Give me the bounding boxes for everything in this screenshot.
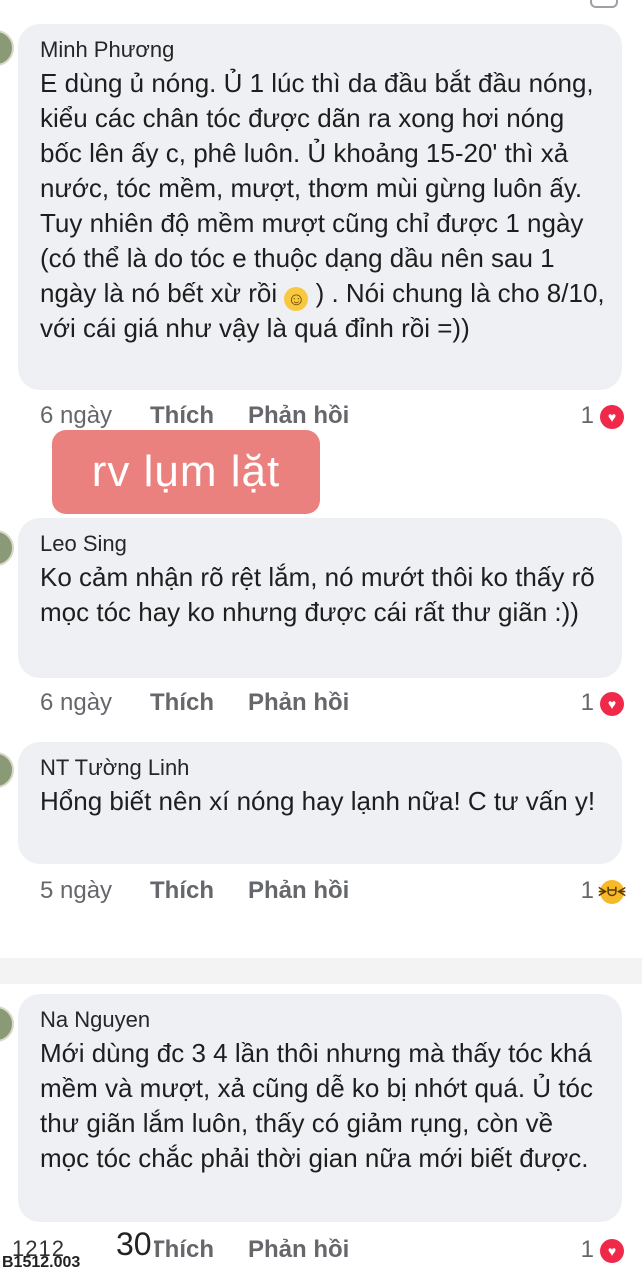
smile-emoji-icon: ☺ bbox=[284, 287, 309, 311]
comment-text: Ko cảm nhận rõ rệt lắm, nó mướt thôi ko … bbox=[40, 562, 595, 627]
watermark-number: 30 bbox=[114, 1226, 154, 1263]
reaction-count[interactable]: 1 bbox=[581, 402, 594, 430]
watermark-code: B1512.003 bbox=[2, 1254, 81, 1271]
comment-bubble: Leo Sing Ko cảm nhận rõ rệt lắm, nó mướt… bbox=[18, 518, 622, 678]
comment-bubble: Na Nguyen Mới dùng đc 3 4 lần thôi nhưng… bbox=[18, 994, 622, 1222]
reaction-count[interactable]: 1 bbox=[581, 1236, 594, 1264]
like-button[interactable]: Thích bbox=[150, 689, 214, 717]
menu-corner-icon[interactable] bbox=[590, 0, 618, 8]
commenter-name[interactable]: Leo Sing bbox=[40, 530, 606, 558]
section-divider bbox=[0, 958, 642, 984]
overlay-label-text: rv lụm lặt bbox=[91, 447, 281, 496]
comment-actions: 6 ngày Thích Phản hồi 1 ♥ bbox=[40, 689, 624, 719]
overlay-label: rv lụm lặt bbox=[52, 430, 320, 514]
reaction-count[interactable]: 1 bbox=[581, 877, 594, 905]
comment-bubble: NT Tường Linh Hổng biết nên xí nóng hay … bbox=[18, 742, 622, 864]
avatar[interactable] bbox=[0, 30, 14, 66]
commenter-name[interactable]: Minh Phương bbox=[40, 36, 606, 64]
haha-icon[interactable]: ᗒᗨᗕ bbox=[598, 880, 626, 904]
reply-button[interactable]: Phản hồi bbox=[248, 877, 349, 905]
avatar[interactable] bbox=[0, 752, 14, 788]
comment-bubble: Minh Phương E dùng ủ nóng. Ủ 1 lúc thì d… bbox=[18, 24, 622, 390]
like-button[interactable]: Thích bbox=[150, 877, 214, 905]
like-button[interactable]: Thích bbox=[150, 402, 214, 430]
heart-icon[interactable]: ♥ bbox=[600, 405, 624, 429]
reply-button[interactable]: Phản hồi bbox=[248, 689, 349, 717]
comment-actions: 5 ngày Thích Phản hồi 1 ᗒᗨᗕ bbox=[40, 877, 626, 907]
avatar[interactable] bbox=[0, 530, 14, 566]
watermark: 1212 B1512.003 bbox=[0, 1236, 104, 1272]
commenter-name[interactable]: NT Tường Linh bbox=[40, 754, 606, 782]
comment-time: 5 ngày bbox=[40, 877, 113, 904]
comment-text: Mới dùng đc 3 4 lần thôi nhưng mà thấy t… bbox=[40, 1038, 593, 1173]
heart-icon[interactable]: ♥ bbox=[600, 692, 624, 716]
comment-text: E dùng ủ nóng. Ủ 1 lúc thì da đầu bắt đầ… bbox=[40, 66, 606, 346]
comment-actions: 6 ngày Thích Phản hồi 1 ♥ bbox=[40, 402, 624, 432]
comment-time: 6 ngày bbox=[40, 402, 113, 429]
reply-button[interactable]: Phản hồi bbox=[248, 402, 349, 430]
heart-icon[interactable]: ♥ bbox=[600, 1239, 624, 1263]
like-button[interactable]: Thích bbox=[150, 1236, 214, 1264]
commenter-name[interactable]: Na Nguyen bbox=[40, 1006, 606, 1034]
reaction-count[interactable]: 1 bbox=[581, 689, 594, 717]
comment-time: 6 ngày bbox=[40, 689, 113, 716]
reply-button[interactable]: Phản hồi bbox=[248, 1236, 349, 1264]
comment-text-body: E dùng ủ nóng. Ủ 1 lúc thì da đầu bắt đầ… bbox=[40, 68, 594, 308]
comment-text: Hổng biết nên xí nóng hay lạnh nữa! C tư… bbox=[40, 786, 596, 816]
avatar[interactable] bbox=[0, 1006, 14, 1042]
